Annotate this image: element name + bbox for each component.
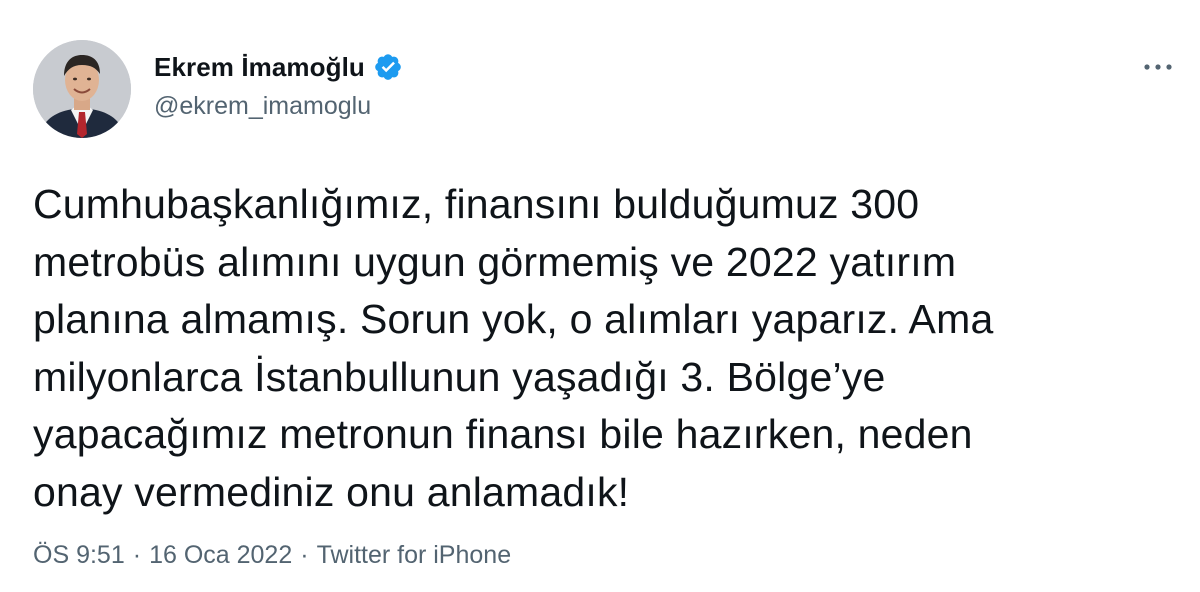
author-display-name[interactable]: Ekrem İmamoğlu (154, 52, 365, 83)
tweet-date[interactable]: 16 Oca 2022 (149, 541, 292, 570)
meta-separator: · (132, 541, 142, 569)
tweet-metadata: ÖS 9:51 · 16 Oca 2022 · Twitter for iPho… (33, 541, 511, 570)
author-handle[interactable]: @ekrem_imamoglu (154, 92, 371, 121)
tweet-source[interactable]: Twitter for iPhone (317, 541, 512, 570)
verified-badge-icon (373, 52, 403, 82)
avatar[interactable] (33, 40, 131, 138)
tweet-card: Ekrem İmamoğlu @ekrem_imamoglu Cumhubaşk… (0, 0, 1200, 592)
more-horizontal-icon (1144, 64, 1172, 70)
tweet-time[interactable]: ÖS 9:51 (33, 541, 125, 570)
meta-separator: · (300, 541, 309, 569)
more-options-button[interactable] (1138, 50, 1178, 80)
avatar-photo (33, 40, 131, 138)
tweet-text: Cumhubaşkanlığımız, finansını bulduğumuz… (33, 181, 994, 515)
author-name-row: Ekrem İmamoğlu (154, 50, 403, 84)
